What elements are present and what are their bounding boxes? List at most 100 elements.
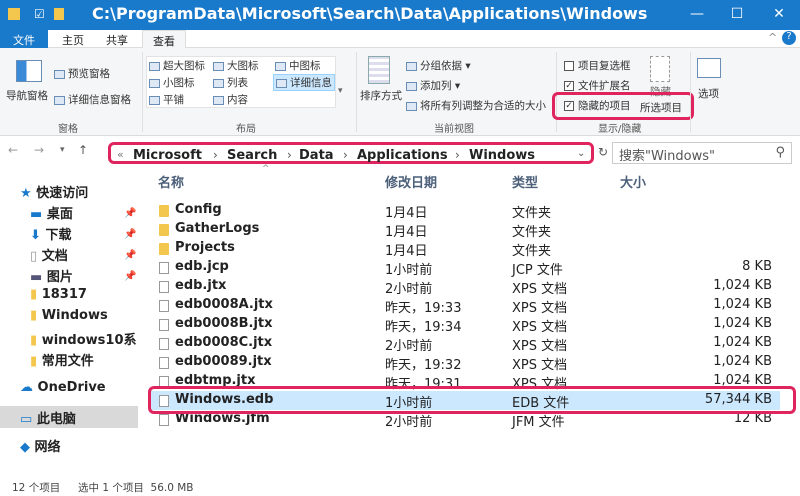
file-type: 文件夹 bbox=[512, 244, 552, 259]
nav-folder-windows[interactable]: ▮ Windows bbox=[30, 308, 108, 323]
up-button[interactable]: ↑ bbox=[78, 143, 88, 157]
maximize-button[interactable]: ☐ bbox=[722, 6, 752, 22]
options-button[interactable]: 选项 bbox=[698, 86, 719, 101]
file-size: 1,024 KB bbox=[713, 297, 772, 312]
annotation-highlight bbox=[552, 92, 694, 120]
options-icon bbox=[697, 58, 721, 78]
file-row[interactable]: edb0008C.jtx 2小时前 XPS 文档 1,024 KB bbox=[150, 334, 780, 354]
file-row[interactable]: edb.jtx 2小时前 XPS 文档 1,024 KB bbox=[150, 277, 780, 297]
address-bar[interactable]: « Microsoft › Search › Data › Applicatio… bbox=[108, 142, 594, 164]
file-type: XPS 文档 bbox=[512, 358, 568, 373]
file-row[interactable]: Config 1月4日 文件夹 bbox=[150, 201, 780, 221]
nav-network[interactable]: ◆ 网络 bbox=[20, 436, 61, 455]
group-label-current-view: 当前视图 bbox=[434, 124, 474, 135]
column-header-type[interactable]: 类型 bbox=[512, 172, 538, 191]
file-row[interactable]: edb00089.jtx 昨天，19:32 XPS 文档 1,024 KB bbox=[150, 353, 780, 373]
folder-icon bbox=[159, 224, 169, 236]
recent-locations-icon[interactable]: ▾ bbox=[60, 145, 65, 155]
file-date: 昨天，19:33 bbox=[385, 301, 462, 316]
nav-this-pc[interactable]: ▭ 此电脑 bbox=[0, 406, 138, 428]
layout-tiles[interactable]: 平铺 bbox=[149, 92, 184, 107]
tab-view[interactable]: 查看 bbox=[142, 30, 186, 48]
nav-onedrive[interactable]: ☁ OneDrive bbox=[20, 380, 106, 395]
preview-pane-button[interactable]: 预览窗格 bbox=[54, 66, 110, 81]
tab-home[interactable]: 主页 bbox=[52, 30, 94, 48]
file-row[interactable]: edb.jcp 1小时前 JCP 文件 8 KB bbox=[150, 258, 780, 278]
file-icon bbox=[159, 281, 169, 293]
pin-icon[interactable]: 📌 bbox=[124, 250, 136, 261]
file-name: GatherLogs bbox=[175, 221, 260, 236]
forward-button[interactable]: → bbox=[34, 143, 44, 157]
gallery-more-icon[interactable]: ▾ bbox=[338, 86, 343, 96]
file-row[interactable]: GatherLogs 1月4日 文件夹 bbox=[150, 220, 780, 240]
refresh-button[interactable]: ↻ bbox=[598, 145, 608, 159]
address-dropdown-icon[interactable]: ⌄ bbox=[577, 148, 585, 159]
breadcrumb-search[interactable]: Search bbox=[227, 148, 277, 163]
pin-icon[interactable]: 📌 bbox=[124, 271, 136, 282]
breadcrumb-data[interactable]: Data bbox=[299, 148, 334, 163]
tab-file[interactable]: 文件 bbox=[0, 30, 48, 48]
file-extensions-toggle[interactable]: ✓ 文件扩展名 bbox=[564, 78, 631, 93]
size-all-columns-button[interactable]: 将所有列调整为合适的大小 bbox=[406, 98, 546, 113]
file-row[interactable]: edb0008B.jtx 昨天，19:34 XPS 文档 1,024 KB bbox=[150, 315, 780, 335]
details-pane-button[interactable]: 详细信息窗格 bbox=[54, 92, 131, 107]
file-size: 1,024 KB bbox=[713, 335, 772, 350]
nav-folder-18317[interactable]: ▮ 18317 bbox=[30, 287, 87, 302]
pin-icon[interactable]: 📌 bbox=[124, 229, 136, 240]
file-date: 2小时前 bbox=[385, 339, 433, 354]
nav-folder-common[interactable]: ▮ 常用文件 bbox=[30, 350, 94, 369]
file-name: edb0008B.jtx bbox=[175, 316, 273, 331]
file-icon bbox=[159, 357, 169, 369]
layout-medium-icons[interactable]: 中图标 bbox=[275, 58, 321, 73]
file-row[interactable]: Projects 1月4日 文件夹 bbox=[150, 239, 780, 259]
item-checkboxes-toggle[interactable]: 项目复选框 bbox=[564, 58, 631, 73]
nav-pictures[interactable]: ▬ 图片 bbox=[30, 266, 73, 285]
file-icon bbox=[159, 300, 169, 312]
breadcrumb-applications[interactable]: Applications bbox=[357, 148, 448, 163]
pin-icon[interactable]: 📌 bbox=[124, 208, 136, 219]
ribbon-tabs: 文件 主页 共享 查看 ^ ? bbox=[0, 30, 800, 48]
layout-content[interactable]: 内容 bbox=[213, 92, 248, 107]
file-type: XPS 文档 bbox=[512, 282, 568, 297]
nav-pane-button[interactable]: 导航窗格 bbox=[6, 88, 48, 103]
help-icon[interactable]: ? bbox=[782, 31, 796, 45]
back-button[interactable]: ← bbox=[8, 143, 18, 157]
sort-by-icon bbox=[368, 56, 390, 84]
file-name: edb0008A.jtx bbox=[175, 297, 273, 312]
new-folder-icon[interactable] bbox=[54, 8, 64, 20]
nav-desktop[interactable]: ▬ 桌面 bbox=[30, 203, 73, 222]
layout-list[interactable]: 列表 bbox=[213, 75, 248, 90]
collapse-ribbon-icon[interactable]: ^ bbox=[768, 31, 777, 44]
file-date: 1月4日 bbox=[385, 244, 428, 259]
minimize-button[interactable]: — bbox=[682, 6, 712, 22]
column-header-date[interactable]: 修改日期 bbox=[385, 172, 437, 191]
file-size: 1,024 KB bbox=[713, 316, 772, 331]
layout-large-icons[interactable]: 大图标 bbox=[213, 58, 259, 73]
layout-extra-large-icons[interactable]: 超大图标 bbox=[149, 58, 205, 73]
file-date: 2小时前 bbox=[385, 282, 433, 297]
column-header-size[interactable]: 大小 bbox=[620, 172, 646, 191]
breadcrumb-windows[interactable]: Windows bbox=[469, 148, 535, 163]
nav-folder-windows10[interactable]: ▮ windows10系 bbox=[30, 329, 136, 348]
properties-icon[interactable]: ☑ bbox=[34, 7, 45, 21]
sort-by-button[interactable]: 排序方式 bbox=[360, 88, 402, 103]
layout-small-icons[interactable]: 小图标 bbox=[149, 75, 195, 90]
add-columns-button[interactable]: 添加列 ▾ bbox=[406, 78, 460, 93]
nav-quick-access[interactable]: ★ 快速访问 bbox=[20, 182, 88, 201]
search-input[interactable]: 搜索"Windows" ⚲ bbox=[612, 142, 792, 164]
tab-share[interactable]: 共享 bbox=[96, 30, 138, 48]
breadcrumb-microsoft[interactable]: Microsoft bbox=[133, 148, 202, 163]
file-type: JCP 文件 bbox=[512, 263, 563, 278]
layout-details[interactable]: 详细信息 bbox=[273, 74, 335, 91]
file-type: 文件夹 bbox=[512, 225, 552, 240]
close-button[interactable]: ✕ bbox=[764, 6, 794, 22]
annotation-highlight bbox=[148, 386, 796, 414]
nav-documents[interactable]: ▯ 文档 bbox=[30, 245, 68, 264]
file-date: 1小时前 bbox=[385, 263, 433, 278]
group-by-button[interactable]: 分组依据 ▾ bbox=[406, 58, 471, 73]
status-bar: 12 个项目 选中 1 个项目 56.0 MB bbox=[0, 478, 800, 496]
file-row[interactable]: edb0008A.jtx 昨天，19:33 XPS 文档 1,024 KB bbox=[150, 296, 780, 316]
column-header-name[interactable]: 名称 bbox=[158, 172, 184, 191]
nav-downloads[interactable]: ⬇ 下载 bbox=[30, 224, 71, 243]
file-name: edb0008C.jtx bbox=[175, 335, 273, 350]
